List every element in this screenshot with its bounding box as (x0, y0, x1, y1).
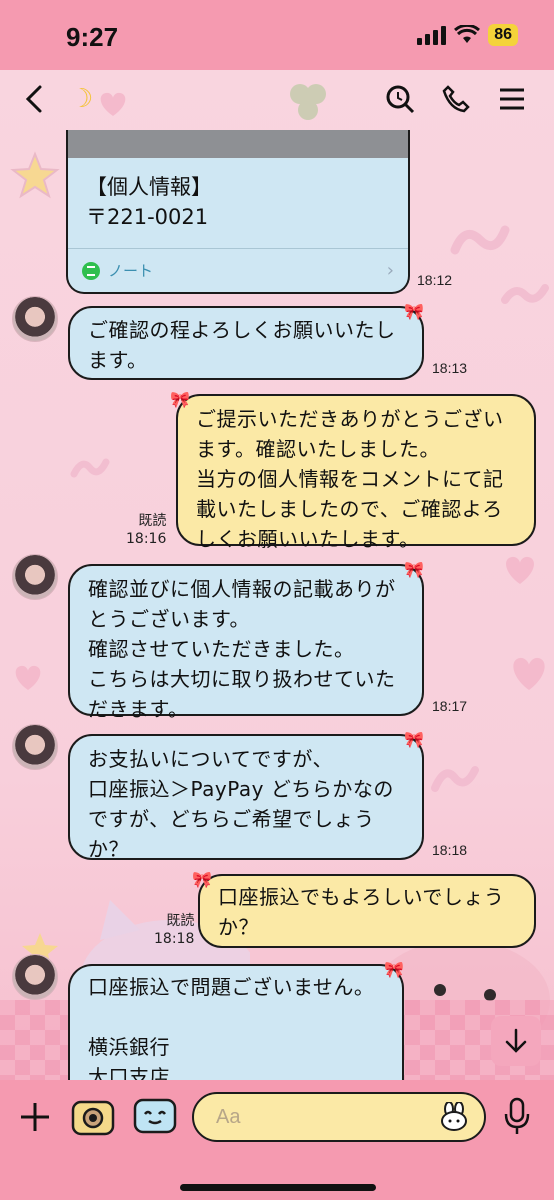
avatar[interactable] (12, 296, 58, 342)
heart-decoration-icon (15, 665, 41, 690)
message-line: とうございます。 (88, 607, 250, 631)
message-line: お支払いについてですが、 (88, 747, 333, 771)
input-bar: Aa (0, 1080, 554, 1200)
bow-icon: 🎀 (404, 302, 424, 321)
plus-icon[interactable] (18, 1100, 52, 1134)
message-line: 口座振込でもよろしいでしょう (218, 885, 505, 909)
message-bubble-incoming: 確認並びに個人情報の記載ありが とうございます。 確認させていただきました。 こ… (68, 564, 424, 721)
star-decoration-icon (10, 151, 60, 199)
message-time: 18:16 (126, 531, 167, 547)
status-icons: 86 (417, 24, 518, 46)
message-line: 確認させていただきました。 (88, 637, 355, 661)
message-line: こちらは大切に取り扱わせていた (88, 667, 396, 691)
wave-decoration-icon (501, 284, 549, 304)
note-title: 【個人情報】 (86, 175, 212, 199)
wave-decoration-icon (70, 458, 110, 478)
read-label: 既読 (166, 913, 195, 929)
message-bubble-outgoing: ご提示いただきありがとうござい ます。確認いたしました。 当方の個人情報をコメン… (176, 394, 536, 551)
bow-icon: 🎀 (192, 870, 212, 889)
bow-icon: 🎀 (384, 960, 404, 979)
note-zip: 〒221-0021 (86, 205, 209, 229)
message-bubble-incoming: お支払いについてですが、 口座振込＞PayPay どちらかなの ですが、どちらご… (68, 734, 424, 861)
wave-decoration-icon (450, 225, 510, 255)
back-chevron-icon[interactable] (20, 82, 50, 116)
message-line: 確認並びに個人情報の記載ありが (88, 577, 396, 601)
message-line: ます。 (88, 348, 148, 372)
message-line: か？ (88, 837, 129, 861)
message-line: ですが、どちらご希望でしょう (88, 807, 375, 831)
menu-icon[interactable] (496, 83, 528, 115)
camera-icon[interactable] (70, 1094, 116, 1138)
note-label: ノート (108, 262, 154, 280)
message-line: だきます。 (88, 697, 189, 721)
avatar[interactable] (12, 954, 58, 1000)
microphone-icon[interactable] (502, 1096, 532, 1136)
home-indicator (180, 1184, 376, 1191)
message-line: ご提示いただきありがとうござい (196, 407, 504, 431)
message-time: 18:12 (417, 272, 453, 288)
sticker-bunny-icon[interactable] (438, 1102, 470, 1132)
message-input[interactable]: Aa (192, 1092, 486, 1142)
search-icon[interactable] (384, 83, 416, 115)
signal-icon (417, 25, 447, 45)
bow-icon: 🎀 (170, 390, 190, 409)
input-placeholder: Aa (216, 1106, 241, 1128)
bow-icon: 🎀 (404, 730, 424, 749)
read-receipt: 既読 18:18 (154, 912, 194, 948)
image-icon[interactable] (132, 1094, 178, 1138)
note-image (68, 130, 408, 158)
message-line: 当方の個人情報をコメントにて記 (196, 467, 504, 491)
message-time: 18:18 (154, 931, 195, 947)
message-time: 18:13 (432, 360, 468, 376)
read-receipt: 既読 18:16 (126, 512, 166, 548)
message-line: 口座振込で問題ございません。 (88, 975, 375, 999)
note-icon (82, 261, 100, 280)
wave-decoration-icon (431, 766, 479, 792)
message-line: しくお願いいたします。 (196, 527, 420, 551)
message-line: ご確認の程よろしくお願いいたし (88, 318, 396, 342)
moon-icon[interactable]: ☽ (70, 84, 93, 114)
bow-icon: 🎀 (404, 560, 424, 579)
phone-icon[interactable] (440, 83, 472, 115)
status-time: 9:27 (66, 22, 119, 52)
arrow-down-icon (505, 1028, 527, 1053)
avatar[interactable] (12, 724, 58, 770)
message-time: 18:18 (432, 842, 468, 858)
message-line: 口座振込＞PayPay どちらかなの (88, 777, 394, 801)
message-bubble-incoming: ご確認の程よろしくお願いいたし ます。 (68, 306, 424, 380)
note-footer: ノート › (68, 248, 408, 292)
message-line: ます。確認いたしました。 (196, 437, 440, 461)
chevron-right-icon: › (386, 260, 394, 281)
read-label: 既読 (138, 513, 167, 529)
heart-decoration-icon (513, 657, 545, 690)
heart-decoration-icon (506, 556, 534, 584)
avatar[interactable] (12, 554, 58, 600)
chat-header: ☽ (0, 70, 554, 130)
scroll-to-bottom-button[interactable] (491, 1016, 541, 1066)
message-line: 載いたしましたので、ご確認よろ (196, 497, 503, 521)
wifi-icon (454, 25, 481, 43)
battery-indicator: 86 (488, 24, 518, 46)
message-time: 18:17 (432, 698, 468, 714)
message-line: か？ (218, 915, 259, 939)
message-bubble-outgoing: 口座振込でもよろしいでしょう か？ (198, 874, 536, 948)
note-card[interactable]: 【個人情報】 〒221-0021 ノート › (66, 130, 410, 294)
message-line (88, 1002, 384, 1032)
status-bar: 9:27 86 (0, 0, 554, 70)
message-line: 横浜銀行 (88, 1035, 170, 1059)
